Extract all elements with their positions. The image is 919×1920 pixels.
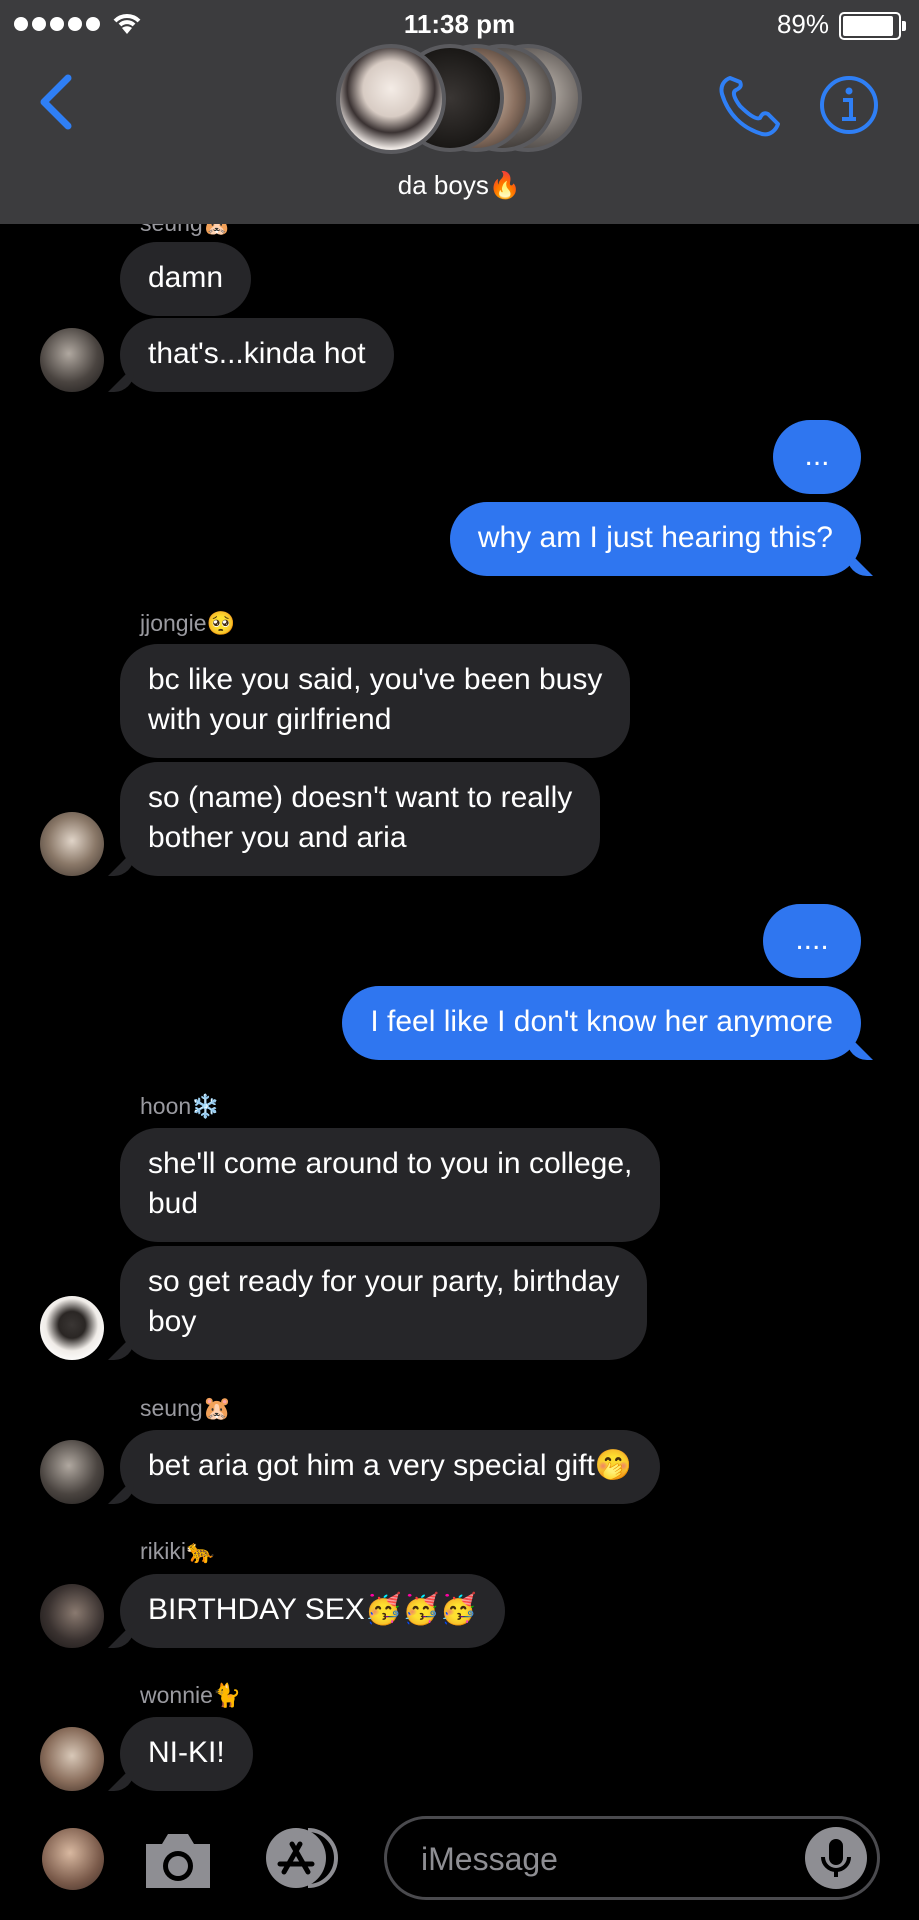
message-bubble-received[interactable]: NI-KI! xyxy=(120,1717,253,1791)
message-bubble-received[interactable]: bc like you said, you've been busy with … xyxy=(120,644,631,758)
sender-name: hoon❄️ xyxy=(140,1093,220,1119)
chat-header: 11:38 pm 89% da boys🔥 xyxy=(0,0,919,224)
sender-name: jjongie🥺 xyxy=(140,610,236,636)
message-bubble-sent[interactable]: .... xyxy=(763,904,861,978)
group-name[interactable]: da boys🔥 xyxy=(0,170,919,201)
avatar-jjongie[interactable] xyxy=(40,812,104,876)
message-text-line: boy xyxy=(148,1305,197,1338)
message-text: damn xyxy=(148,261,224,294)
message-bubble-sent[interactable]: why am I just hearing this? xyxy=(449,502,861,576)
avatar-rikiki[interactable] xyxy=(40,1584,104,1648)
microphone-icon[interactable] xyxy=(805,1827,867,1889)
message-text: I feel like I don't know her anymore xyxy=(370,1005,833,1038)
message-text-line: she'll come around to you in college, xyxy=(148,1147,633,1180)
back-chevron-icon[interactable] xyxy=(36,72,76,132)
camera-icon[interactable] xyxy=(142,1828,214,1892)
message-text-line: bother you and aria xyxy=(148,821,407,854)
message-input-placeholder: iMessage xyxy=(421,1841,558,1877)
message-bubble-received[interactable]: so (name) doesn't want to really bother … xyxy=(120,762,601,876)
message-text: why am I just hearing this? xyxy=(477,521,833,554)
avatar-seung[interactable] xyxy=(40,1440,104,1504)
message-bubble-sent[interactable]: I feel like I don't know her anymore xyxy=(342,986,861,1060)
message-text-line: bud xyxy=(148,1187,199,1220)
message-text-line: so get ready for your party, birthday xyxy=(148,1265,620,1298)
message-text: BIRTHDAY SEX🥳🥳🥳 xyxy=(148,1593,477,1626)
sender-name: rikiki🐆 xyxy=(140,1538,215,1564)
message-bubble-received[interactable]: that's...kinda hot xyxy=(120,318,394,392)
message-text-line: so (name) doesn't want to really xyxy=(148,781,573,814)
compose-bar: iMessage xyxy=(0,1810,919,1920)
message-text: bet aria got him a very special gift🤭 xyxy=(148,1449,633,1482)
battery-icon xyxy=(839,12,906,40)
message-text: NI-KI! xyxy=(148,1736,225,1769)
phone-icon[interactable] xyxy=(716,72,782,138)
avatar-wonnie[interactable] xyxy=(40,1727,104,1791)
message-bubble-received[interactable]: she'll come around to you in college, bu… xyxy=(120,1128,661,1242)
avatar-seung[interactable] xyxy=(40,328,104,392)
message-bubble-received[interactable]: so get ready for your party, birthday bo… xyxy=(120,1246,648,1360)
message-text-line: with your girlfriend xyxy=(148,703,392,736)
message-bubble-received[interactable]: bet aria got him a very special gift🤭 xyxy=(120,1430,661,1504)
info-icon[interactable] xyxy=(818,74,880,136)
message-bubble-received[interactable]: damn xyxy=(120,242,252,316)
battery-percentage: 89% xyxy=(776,9,829,39)
status-bar: 11:38 pm 89% xyxy=(0,0,919,46)
sender-name: wonnie🐈 xyxy=(140,1682,242,1708)
app-store-icon[interactable] xyxy=(262,1826,344,1890)
group-avatar-stack[interactable] xyxy=(336,44,582,154)
avatar-hoon[interactable] xyxy=(40,1296,104,1360)
my-avatar[interactable] xyxy=(42,1828,104,1890)
message-input[interactable]: iMessage xyxy=(384,1816,880,1900)
sender-name: seung🐹 xyxy=(140,1395,232,1421)
message-bubble-received[interactable]: BIRTHDAY SEX🥳🥳🥳 xyxy=(120,1574,505,1648)
message-text-line: bc like you said, you've been busy xyxy=(148,663,603,696)
message-bubble-sent[interactable]: ... xyxy=(773,420,861,494)
message-text: .... xyxy=(795,923,829,956)
message-text: that's...kinda hot xyxy=(148,337,366,370)
message-text: ... xyxy=(804,439,830,472)
